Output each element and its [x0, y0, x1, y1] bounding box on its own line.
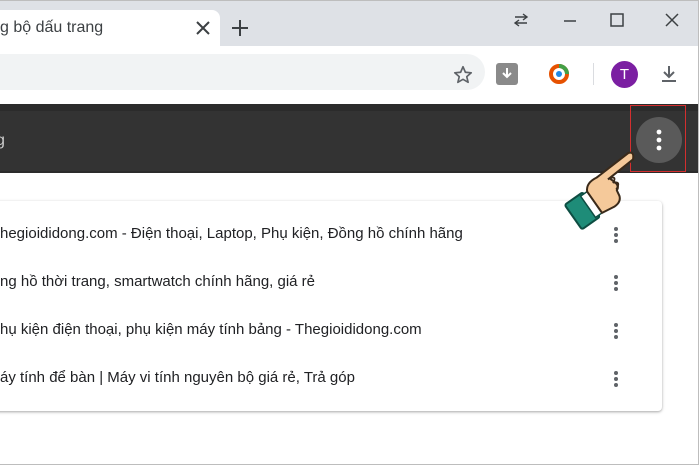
active-tab[interactable]: g bộ dấu trang — [0, 10, 220, 46]
window-close-icon[interactable] — [660, 9, 684, 31]
back-swap-icon[interactable] — [509, 9, 533, 31]
bookmark-title: hụ kiện điện thoại, phụ kiện máy tính bả… — [0, 321, 422, 338]
maximize-icon[interactable] — [605, 9, 629, 31]
bookmark-title: hegioididong.com - Điện thoại, Laptop, P… — [0, 225, 463, 242]
close-icon[interactable] — [193, 18, 213, 38]
bookmark-list-card: hegioididong.com - Điện thoại, Laptop, P… — [0, 201, 662, 411]
more-vert-icon[interactable] — [606, 319, 626, 343]
plus-icon[interactable] — [230, 18, 250, 38]
address-bar[interactable] — [0, 54, 485, 90]
bookmark-title: ng hồ thời trang, smartwatch chính hãng,… — [0, 273, 316, 290]
ring-icon[interactable] — [548, 63, 570, 85]
list-item[interactable]: áy tính để bàn | Máy vi tính nguyên bộ g… — [0, 355, 688, 403]
more-vert-icon[interactable] — [606, 367, 626, 391]
tab-title: g bộ dấu trang — [0, 19, 104, 36]
more-vert-icon[interactable] — [606, 271, 626, 295]
browser-window: g bộ dấu trang T hegioididong.com - Điện… — [0, 0, 699, 465]
tab-strip: g bộ dấu trang — [0, 1, 698, 46]
avatar[interactable]: T — [611, 61, 638, 88]
star-icon[interactable] — [452, 64, 474, 91]
list-item[interactable]: ng hồ thời trang, smartwatch chính hãng,… — [0, 259, 688, 307]
bookmark-title: áy tính để bàn | Máy vi tính nguyên bộ g… — [0, 369, 355, 386]
list-item[interactable]: hụ kiện điện thoại, phụ kiện máy tính bả… — [0, 307, 688, 355]
download-arrow-icon[interactable] — [496, 63, 518, 85]
download-icon[interactable] — [658, 63, 680, 90]
pointing-hand-icon — [564, 151, 635, 230]
toolbar-divider — [593, 63, 594, 85]
minimize-icon[interactable] — [558, 9, 582, 31]
search-text: g — [0, 132, 5, 150]
